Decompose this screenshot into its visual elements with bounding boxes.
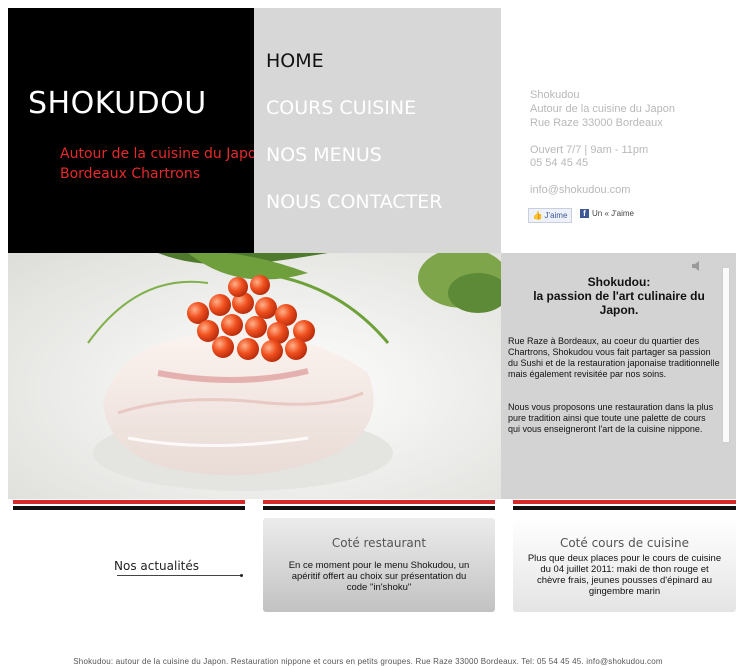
nav-nous-contacter[interactable]: NOUS CONTACTER bbox=[266, 191, 442, 213]
news-underline bbox=[117, 575, 242, 576]
contact-name: Shokudou bbox=[530, 89, 580, 101]
brand-location: Bordeaux Chartrons bbox=[60, 166, 201, 182]
facebook-share-button[interactable]: f Un « J'aime bbox=[580, 209, 634, 218]
restaurant-card-body: En ce moment pour le menu Shokudou, un a… bbox=[288, 560, 470, 593]
nav-home[interactable]: HOME bbox=[266, 50, 324, 72]
about-paragraph-1: Rue Raze à Bordeaux, au coeur du quartie… bbox=[508, 336, 720, 379]
nav-cours-cuisine[interactable]: COURS CUISINE bbox=[266, 97, 416, 119]
facebook-icon: f bbox=[580, 209, 589, 218]
restaurant-card-title: Coté restaurant bbox=[331, 536, 427, 550]
divider-stripe-right bbox=[513, 500, 736, 512]
contact-hours: Ouvert 7/7 | 9am - 11pm bbox=[530, 144, 649, 156]
share-label: Un « J'aime bbox=[592, 209, 634, 218]
about-title: Shokudou: la passion de l'art culinaire … bbox=[533, 275, 705, 317]
divider-stripe-left bbox=[13, 500, 245, 512]
contact-subtitle: Autour de la cuisine du Japon bbox=[530, 103, 675, 115]
footer-text: Shokudou: autour de la cuisine du Japon.… bbox=[73, 657, 663, 666]
about-paragraph-2: Nous vous proposons une restauration dan… bbox=[508, 402, 714, 434]
sashimi-illustration bbox=[8, 253, 501, 499]
news-arrow-dot bbox=[240, 574, 243, 577]
nav-nos-menus[interactable]: NOS MENUS bbox=[266, 144, 382, 166]
facebook-like-button[interactable]: 👍 J'aime bbox=[528, 208, 572, 223]
brand-tagline: Autour de la cuisine du Japon bbox=[60, 146, 266, 162]
cooking-class-card-body: Plus que deux places pour le cours de cu… bbox=[527, 553, 722, 597]
speaker-icon[interactable] bbox=[691, 259, 705, 273]
cooking-class-card[interactable]: Coté cours de cuisine Plus que deux plac… bbox=[513, 518, 736, 612]
divider-stripe-middle bbox=[263, 500, 495, 512]
brand-panel: SHOKUDOU Autour de la cuisine du Japon B… bbox=[8, 8, 265, 253]
about-panel: Shokudou: la passion de l'art culinaire … bbox=[501, 253, 736, 499]
contact-phone: 05 54 45 45 bbox=[530, 157, 589, 169]
hero-food-image bbox=[8, 253, 501, 499]
contact-address: Rue Raze 33000 Bordeaux bbox=[530, 117, 663, 129]
news-link[interactable]: Nos actualités bbox=[114, 559, 199, 573]
site-logo-title[interactable]: SHOKUDOU bbox=[28, 86, 207, 121]
cooking-class-card-title: Coté cours de cuisine bbox=[559, 536, 690, 550]
about-scrollbar[interactable] bbox=[722, 267, 730, 443]
like-label: J'aime bbox=[544, 211, 568, 220]
contact-panel: Shokudou Autour de la cuisine du Japon R… bbox=[501, 8, 736, 253]
contact-email[interactable]: info@shokudou.com bbox=[530, 184, 630, 196]
thumbs-up-icon: 👍 bbox=[532, 211, 543, 220]
main-nav: HOME COURS CUISINE NOS MENUS NOUS CONTAC… bbox=[254, 8, 501, 253]
restaurant-card[interactable]: Coté restaurant En ce moment pour le men… bbox=[263, 518, 495, 612]
